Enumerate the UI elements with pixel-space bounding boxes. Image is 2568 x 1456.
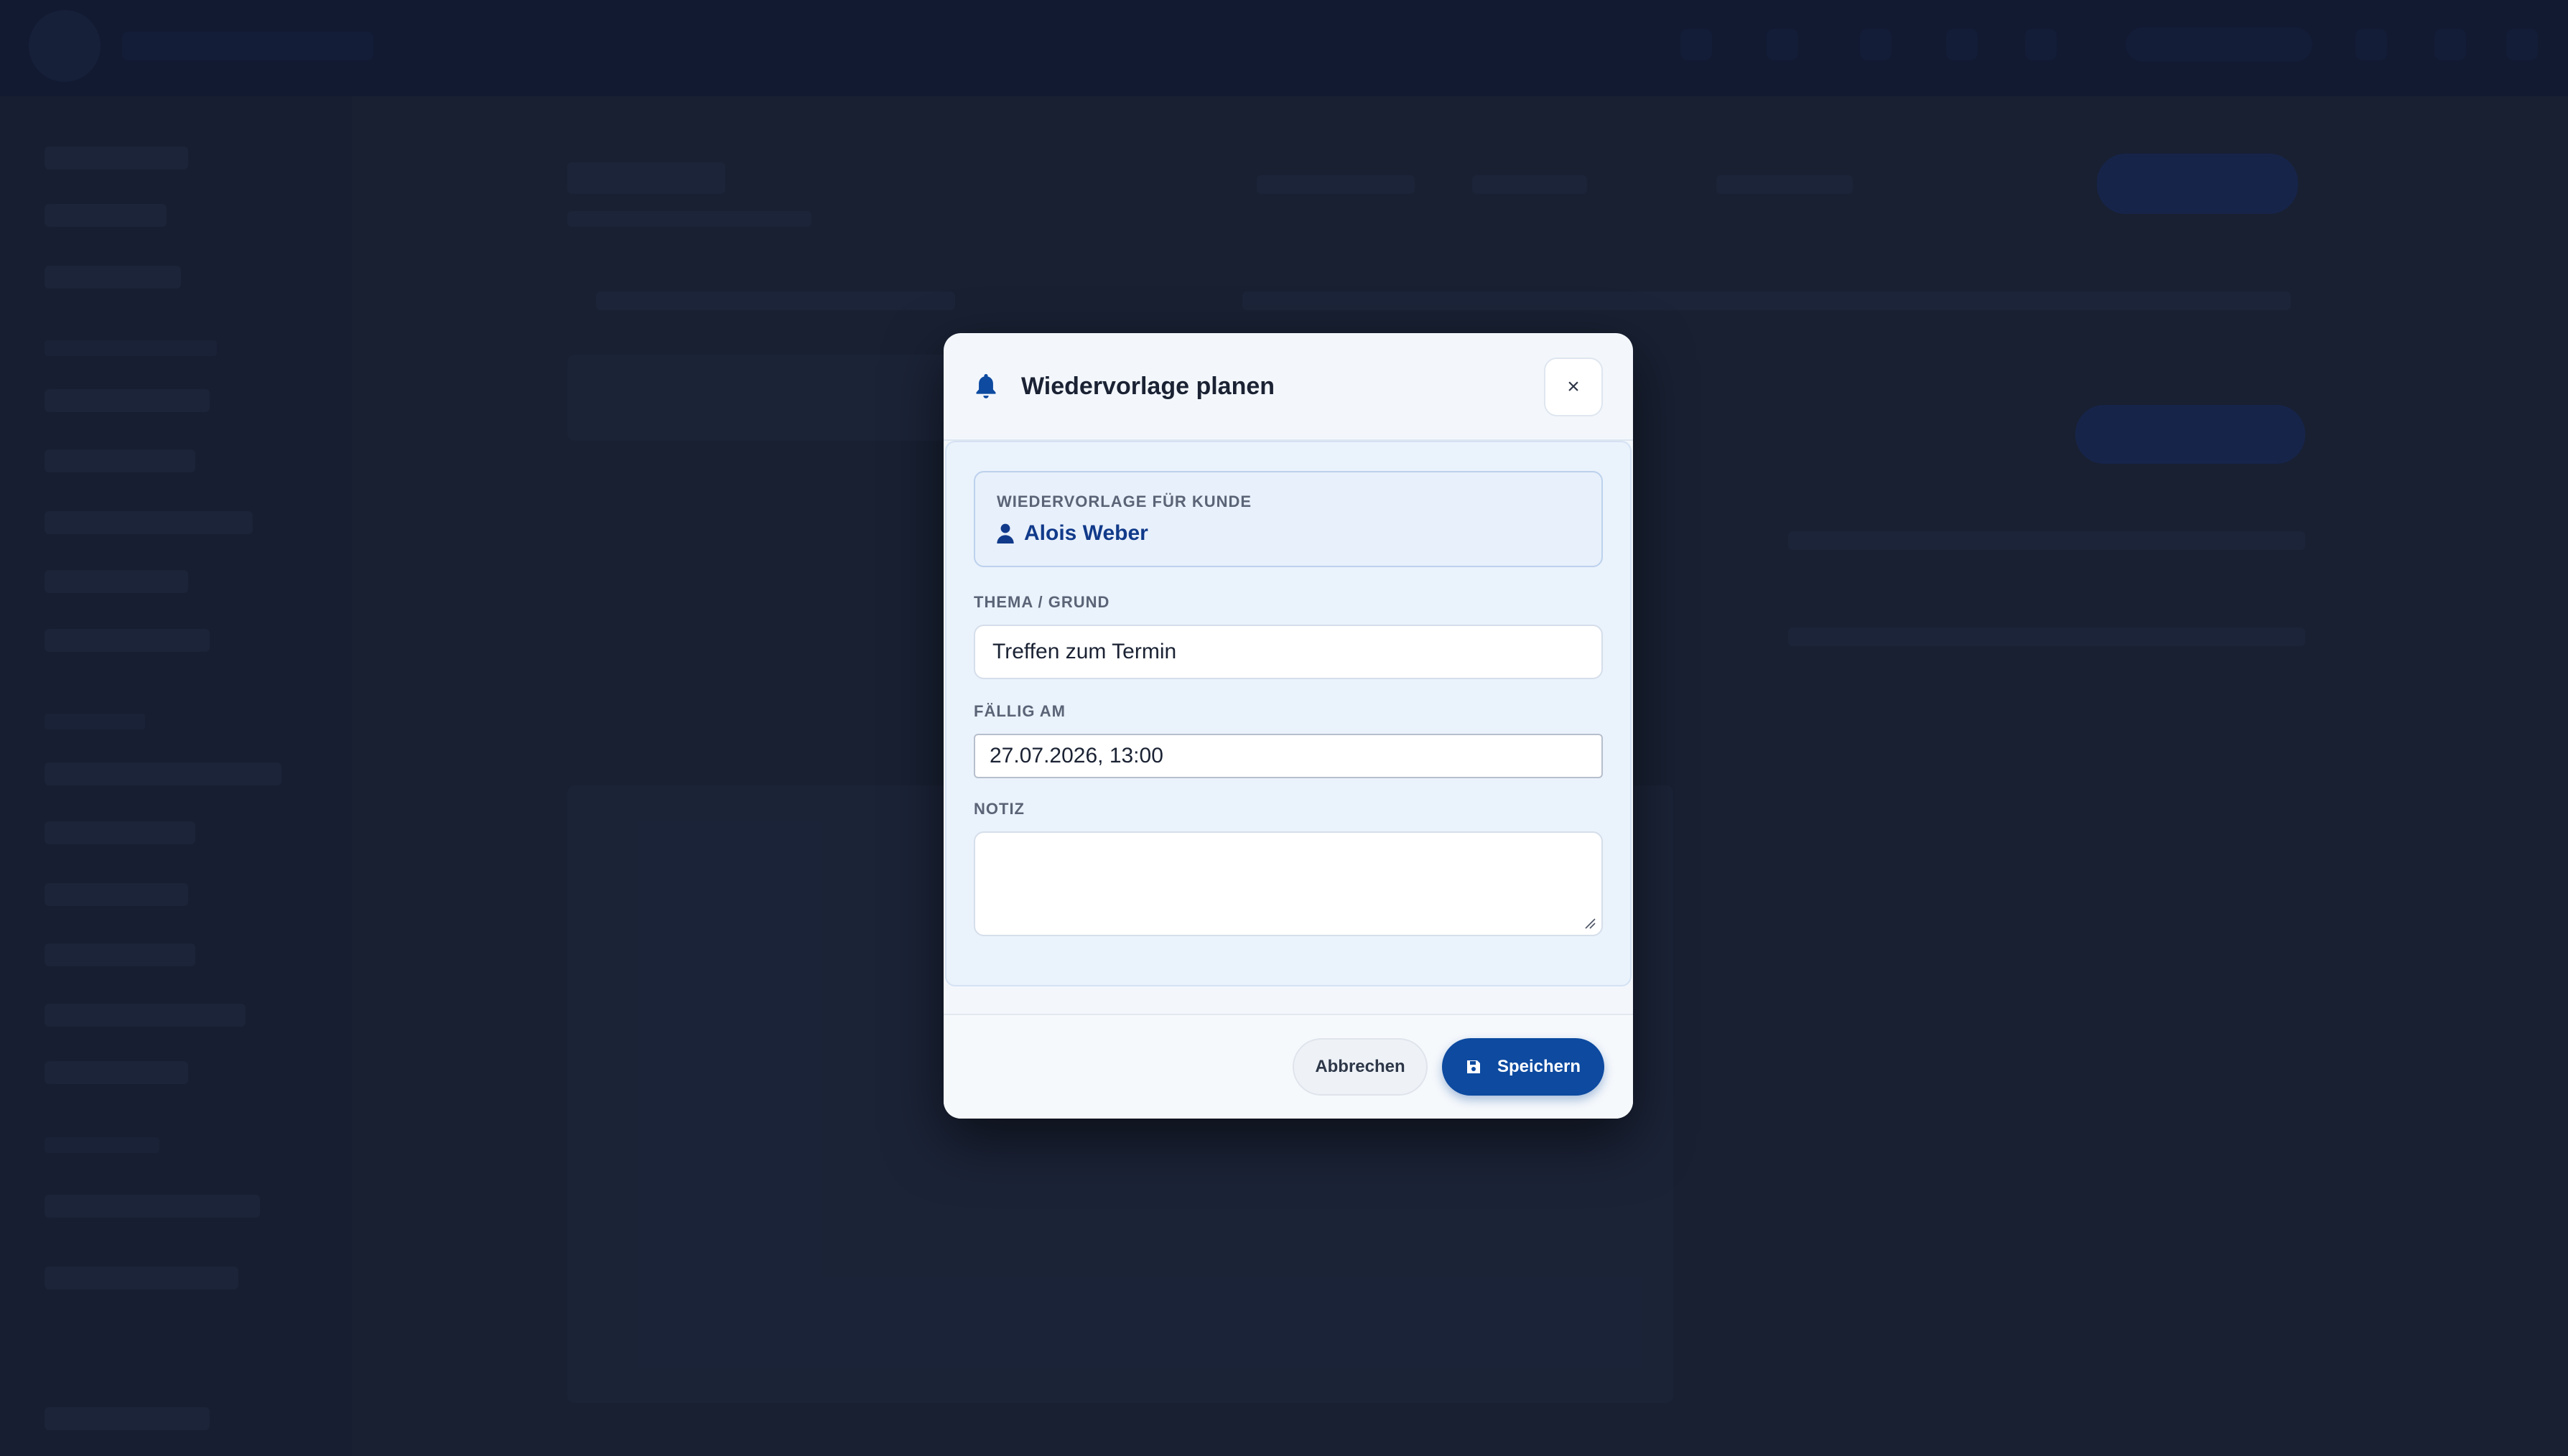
note-textarea[interactable] <box>974 831 1603 936</box>
dialog-title: Wiedervorlage planen <box>1021 372 1275 400</box>
note-label: NOTIZ <box>974 800 1025 818</box>
customer-info-box: WIEDERVORLAGE FÜR KUNDE Alois Weber <box>974 471 1603 567</box>
follow-up-dialog: Wiedervorlage planen × WIEDERVORLAGE FÜR… <box>944 333 1633 1119</box>
customer-label: WIEDERVORLAGE FÜR KUNDE <box>997 493 1252 510</box>
close-button[interactable]: × <box>1544 358 1603 416</box>
close-icon: × <box>1567 375 1580 398</box>
bell-icon <box>976 374 996 398</box>
cancel-button[interactable]: Abbrechen <box>1293 1038 1428 1096</box>
due-date-label: FÄLLIG AM <box>974 702 1066 720</box>
topic-input[interactable]: Treffen zum Termin <box>974 625 1603 679</box>
dialog-header: Wiedervorlage planen × <box>944 333 1633 441</box>
due-date-input[interactable]: 27.07.2026, 13:00 <box>974 734 1603 778</box>
save-button[interactable]: Speichern <box>1442 1038 1604 1096</box>
resize-grip-icon[interactable] <box>1583 916 1596 929</box>
save-icon <box>1466 1060 1480 1073</box>
customer-name: Alois Weber <box>1024 521 1148 545</box>
dialog-footer: Abbrechen Speichern <box>944 1014 1633 1119</box>
topic-label: THEMA / GRUND <box>974 593 1110 611</box>
due-date-value: 27.07.2026, 13:00 <box>990 744 1163 767</box>
topic-value: Treffen zum Termin <box>992 640 1177 663</box>
customer-name-row: Alois Weber <box>997 521 1148 546</box>
user-icon <box>997 523 1014 543</box>
save-button-label: Speichern <box>1497 1057 1581 1076</box>
